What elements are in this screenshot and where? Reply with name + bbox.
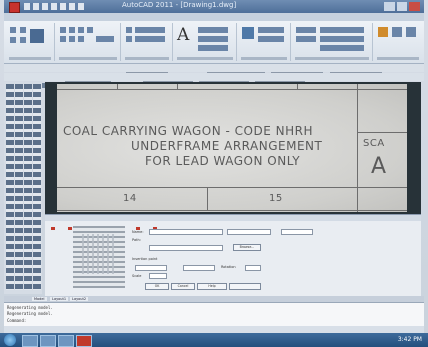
block-preview [73,226,125,288]
tab-layout1[interactable]: Layout1 [50,297,69,301]
sheet-number-left: 14 [123,193,137,204]
name-label: Name: [132,230,144,234]
windows-taskbar: 3:42 PM [0,333,428,347]
modify-panel[interactable] [56,23,121,61]
insert-block-dialog: Name: Path: Browse... Insertion point Ro… [45,214,421,297]
help-button[interactable]: Help [197,283,227,290]
autocad-logo-icon[interactable] [9,2,20,13]
minimize-icon[interactable] [384,2,395,11]
sheet-number-right: 15 [269,193,283,204]
draw-toolbar[interactable] [6,84,14,290]
status-bar [4,326,424,341]
drawing-title-line2: UNDERFRAME ARRANGEMENT [131,139,323,153]
ok-button[interactable]: OK [145,283,169,290]
scale-label: SCA [363,138,385,149]
cancel-button[interactable]: Cancel [171,283,195,290]
name-dropdown[interactable] [149,229,223,235]
ribbon-tabs [4,13,424,28]
insertion-y-field[interactable] [183,265,215,271]
rotation-label: Rotation [221,265,236,269]
command-history-line2: Regenerating model. [7,311,53,316]
dimension-toolbar[interactable] [24,84,32,290]
insertion-point-label: Insertion point [132,257,158,261]
properties-panel[interactable] [292,23,373,61]
command-prompt[interactable]: Command: [7,318,26,323]
object-snap-toolbar[interactable] [33,84,41,290]
rotation-field[interactable] [245,265,261,271]
path-label: Path: [132,238,141,242]
utilities-panel[interactable] [374,23,422,61]
title-bar: AutoCAD 2011 - [Drawing1.dwg] [4,0,424,13]
drawing-sheet: COAL CARRYING WAGON - CODE NHRH UNDERFRA… [57,84,407,212]
sheet-size-letter: A [371,154,387,179]
window-title: AutoCAD 2011 - [Drawing1.dwg] [122,1,237,9]
start-button-icon[interactable] [4,334,16,346]
styles-toolbar[interactable] [4,73,424,88]
layers-toolbar[interactable] [4,64,424,79]
color-dropdown[interactable] [281,229,313,235]
tab-model[interactable]: Model [32,297,47,301]
quick-access-toolbar[interactable] [24,3,84,10]
taskbar-explorer-icon[interactable] [22,335,38,347]
layers-panel[interactable] [122,23,173,61]
tab-layout2[interactable]: Layout2 [70,297,89,301]
command-history-line1: Regenerating model. [7,305,53,310]
ribbon: A [4,21,424,64]
scale-field[interactable] [149,273,167,279]
block-panel[interactable] [238,23,291,61]
browse-button[interactable]: Browse... [233,244,261,251]
taskbar-media-icon[interactable] [58,335,74,347]
drawing-title-line1: COAL CARRYING WAGON - CODE NHRH [63,124,313,138]
window-controls [384,2,421,11]
screen-photo: AutoCAD 2011 - [Drawing1.dwg] A COAL CAR… [0,0,428,347]
layer-dropdown[interactable] [227,229,271,235]
draw-panel[interactable] [6,23,55,61]
taskbar-autocad-icon[interactable] [76,335,92,347]
taskbar-browser-icon[interactable] [40,335,56,347]
modify-toolbar[interactable] [15,84,23,290]
annotation-panel[interactable]: A [174,23,237,61]
text-tool-icon[interactable]: A [177,25,189,45]
scale-label-dialog: Scale [132,274,142,278]
dialog-extra-button[interactable] [229,283,261,290]
dialog-toolbar[interactable] [45,215,421,230]
drawing-viewport[interactable]: COAL CARRYING WAGON - CODE NHRH UNDERFRA… [45,82,421,214]
maximize-icon[interactable] [396,2,408,11]
insertion-x-field[interactable] [135,265,167,271]
drawing-title-line3: FOR LEAD WAGON ONLY [145,154,301,168]
close-icon[interactable] [409,2,421,11]
command-line[interactable]: Regenerating model. Regenerating model. … [4,302,424,327]
taskbar-clock: 3:42 PM [397,336,422,343]
left-toolbars [4,82,42,294]
path-field[interactable] [149,245,223,251]
